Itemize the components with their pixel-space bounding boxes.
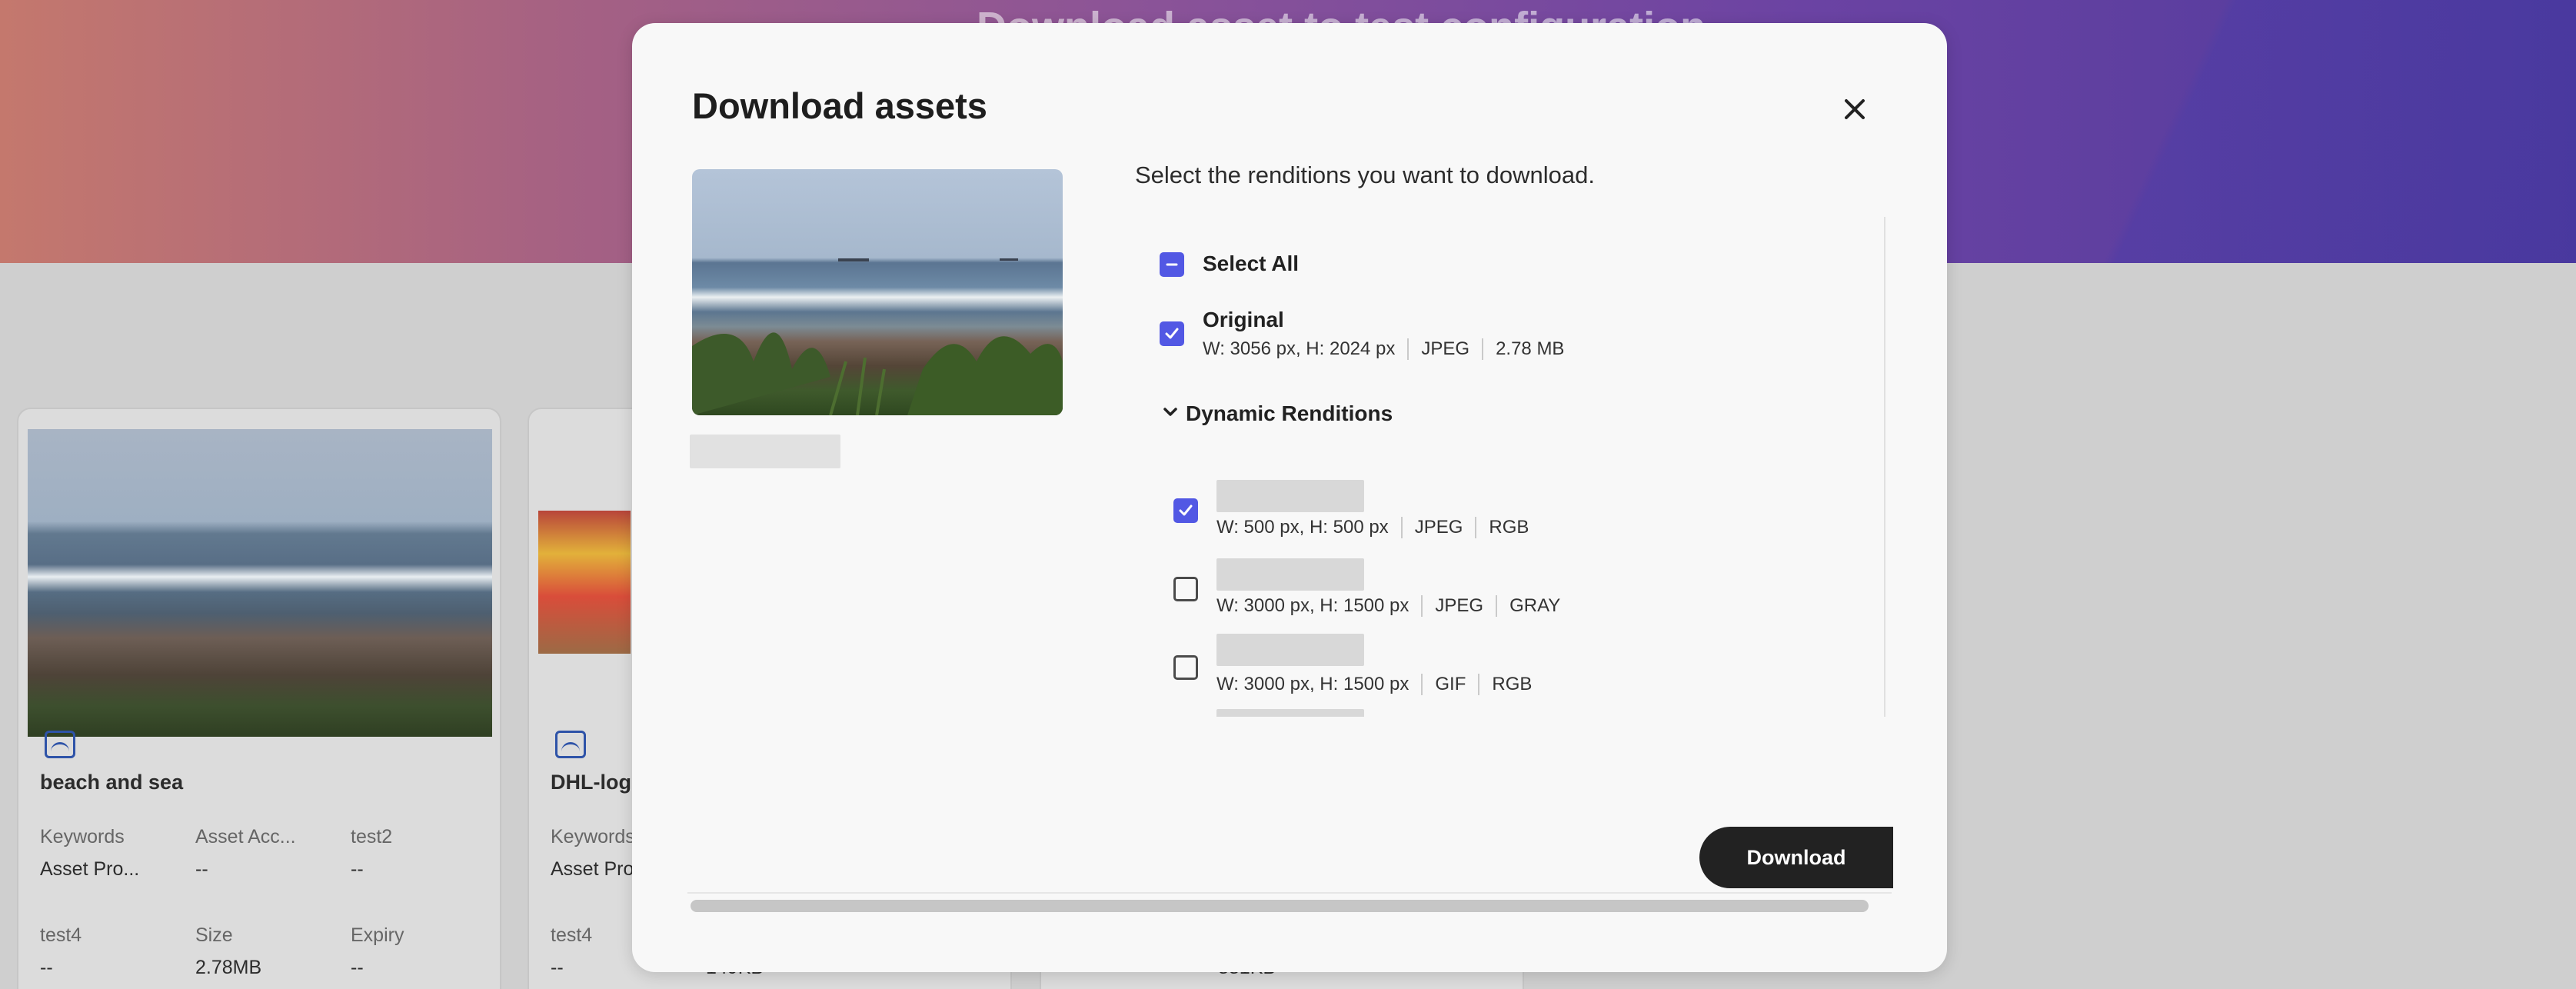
- meta-label: Size: [195, 924, 233, 946]
- meta-label: test4: [551, 924, 593, 946]
- download-button[interactable]: Download: [1699, 827, 1893, 888]
- asset-card-title: beach and sea: [40, 771, 184, 794]
- meta-label: Keywords: [551, 826, 635, 847]
- meta-value: --: [40, 957, 53, 978]
- checkmark-icon: [1179, 504, 1193, 516]
- dimensions-text: W: 500 px, H: 500 px: [1216, 517, 1389, 538]
- rendition-meta: W: 3000 px, H: 1500 px GIF RGB: [1216, 674, 1532, 695]
- meta-value: --: [195, 858, 208, 880]
- preview-scene: [692, 258, 1063, 415]
- original-meta: W: 3056 px, H: 2024 px JPEG 2.78 MB: [1203, 338, 1564, 360]
- dynamic-renditions-label: Dynamic Renditions: [1186, 401, 1393, 425]
- list-scroll-track[interactable]: [1884, 217, 1885, 717]
- instructions-text: Select the renditions you want to downlo…: [1135, 162, 1595, 188]
- asset-thumbnail: [538, 511, 631, 654]
- asset-card[interactable]: beach and sea Keywords Asset Pro... Asse…: [17, 408, 501, 989]
- close-button[interactable]: [1836, 91, 1873, 128]
- color-text: RGB: [1489, 517, 1529, 538]
- asset-preview-image: [692, 169, 1063, 415]
- select-all-label: Select All: [1203, 251, 1300, 275]
- download-assets-dialog: Download assets Select the renditions yo…: [632, 23, 1947, 972]
- divider: [1475, 517, 1477, 538]
- horizontal-scrollbar[interactable]: [691, 900, 1869, 912]
- original-checkbox[interactable]: [1160, 321, 1184, 346]
- meta-value: --: [351, 957, 364, 978]
- divider: [1496, 595, 1498, 617]
- meta-value: --: [351, 858, 364, 880]
- dynamic-renditions-toggle[interactable]: [1161, 403, 1180, 421]
- original-label: Original: [1203, 308, 1284, 331]
- meta-label: Keywords: [40, 826, 125, 847]
- divider: [1407, 338, 1409, 360]
- dimensions-text: W: 3056 px, H: 2024 px: [1203, 338, 1396, 359]
- format-text: JPEG: [1414, 517, 1463, 538]
- footer-divider: [687, 892, 1892, 894]
- format-text: JPEG: [1435, 595, 1484, 616]
- dimensions-text: W: 3000 px, H: 1500 px: [1216, 674, 1409, 694]
- dimensions-text: W: 3000 px, H: 1500 px: [1216, 595, 1409, 616]
- color-text: GRAY: [1509, 595, 1561, 616]
- preview-caption-placeholder: [690, 435, 840, 468]
- rendition-meta: W: 3000 px, H: 1500 px JPEG GRAY: [1216, 595, 1560, 617]
- rendition-name-placeholder: [1216, 480, 1364, 512]
- rendition-checkbox[interactable]: [1173, 655, 1198, 680]
- select-all-checkbox[interactable]: [1160, 252, 1184, 277]
- meta-label: Expiry: [351, 924, 404, 946]
- dash-icon: [1166, 263, 1178, 266]
- divider: [1421, 595, 1423, 617]
- meta-value: Asset Pro...: [40, 858, 140, 880]
- divider: [1421, 674, 1423, 695]
- close-icon: [1845, 99, 1865, 119]
- renditions-list[interactable]: Select All Original W: 3056 px, H: 2024 …: [1135, 217, 1889, 717]
- rendition-name-placeholder: [1216, 634, 1364, 666]
- asset-card-title: DHL-logo: [551, 771, 644, 794]
- banner-heading: Download asset to test configuration: [977, 3, 1706, 25]
- format-text: JPEG: [1421, 338, 1470, 359]
- checkmark-icon: [1165, 328, 1179, 339]
- rendition-meta: W: 500 px, H: 500 px JPEG RGB: [1216, 517, 1529, 538]
- rendition-checkbox[interactable]: [1173, 498, 1198, 523]
- meta-value: --: [551, 957, 564, 978]
- format-text: GIF: [1435, 674, 1466, 694]
- divider: [1400, 517, 1403, 538]
- meta-label: test2: [351, 826, 393, 847]
- image-icon: [555, 731, 586, 758]
- dialog-title: Download assets: [692, 85, 987, 126]
- meta-label: Asset Acc...: [195, 826, 296, 847]
- meta-value: 2.78MB: [195, 957, 262, 978]
- rendition-name-placeholder: [1216, 558, 1364, 591]
- chevron-down-icon: [1163, 408, 1177, 416]
- rendition-name-placeholder: [1216, 709, 1364, 717]
- size-text: 2.78 MB: [1496, 338, 1565, 359]
- meta-label: test4: [40, 924, 82, 946]
- divider: [1482, 338, 1484, 360]
- asset-thumbnail: [28, 429, 492, 737]
- divider: [1478, 674, 1480, 695]
- rendition-checkbox[interactable]: [1173, 577, 1198, 601]
- meta-value: Asset Pro: [551, 858, 634, 880]
- color-text: RGB: [1492, 674, 1533, 694]
- image-icon: [45, 731, 75, 758]
